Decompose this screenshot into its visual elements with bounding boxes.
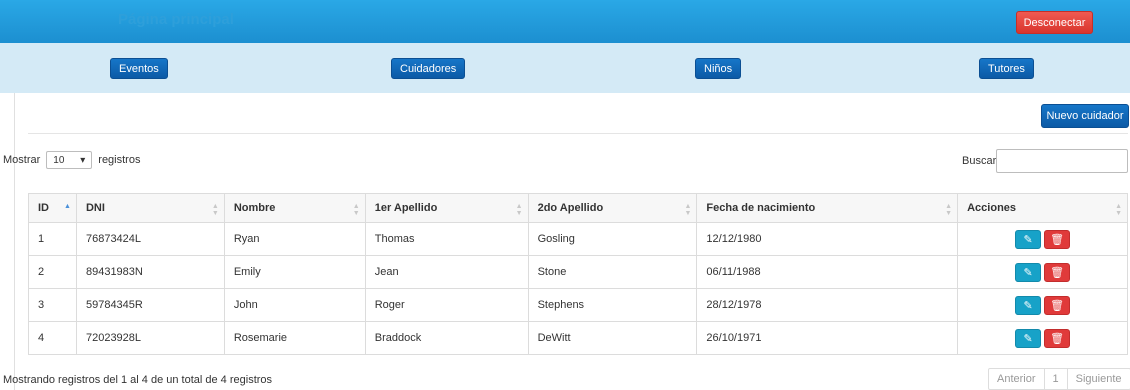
cell-id: 4 xyxy=(28,321,77,355)
cell-dni: 89431983N xyxy=(75,255,225,289)
previous-page-button[interactable]: Anterior xyxy=(989,369,1045,389)
delete-button[interactable]: 🗑 xyxy=(1044,295,1071,315)
column-header-nombre[interactable]: Nombre ▲ ▼ xyxy=(223,193,366,223)
pencil-icon: ✎ xyxy=(1023,332,1033,345)
table-row: 2 89431983N Emily Jean Stone 06/11/1988 … xyxy=(28,255,1128,289)
pencil-icon: ✎ xyxy=(1023,299,1033,312)
search-label: Buscar: xyxy=(962,155,1000,167)
cell-fecha: 28/12/1978 xyxy=(696,288,959,322)
column-header-fecha[interactable]: Fecha de nacimiento ▲ ▼ xyxy=(696,193,959,223)
sort-icon: ▲ ▼ xyxy=(352,203,360,217)
delete-button[interactable]: 🗑 xyxy=(1044,328,1071,348)
nav-bar: Eventos Cuidadores Niños Tutores xyxy=(0,43,1130,93)
cell-id: 2 xyxy=(28,255,77,289)
cell-primer-apellido: Jean xyxy=(364,255,529,289)
cell-nombre: Emily xyxy=(223,255,366,289)
cell-id: 1 xyxy=(28,222,77,256)
nav-eventos-button[interactable]: Eventos xyxy=(110,58,168,79)
records-label: registros xyxy=(98,154,141,166)
page-size-value: 10 xyxy=(53,154,65,166)
pagination: Anterior 1 Siguiente xyxy=(988,368,1130,390)
sort-icon: ▲ ▼ xyxy=(945,203,953,217)
cell-fecha: 26/10/1971 xyxy=(696,321,959,355)
nav-tutores-button[interactable]: Tutores xyxy=(979,58,1034,79)
cell-dni: 72023928L xyxy=(75,321,225,355)
column-header-id[interactable]: ID ▲ xyxy=(28,193,77,223)
cell-nombre: Rosemarie xyxy=(223,321,366,355)
trash-icon: 🗑 xyxy=(1050,266,1065,279)
sort-asc-icon: ▲ xyxy=(64,203,71,210)
page-1-button[interactable]: 1 xyxy=(1045,369,1068,389)
cell-primer-apellido: Roger xyxy=(364,288,529,322)
edit-button[interactable]: ✎ xyxy=(1015,328,1042,348)
pencil-icon: ✎ xyxy=(1023,266,1033,279)
delete-button[interactable]: 🗑 xyxy=(1044,229,1071,249)
sort-icon: ▲ ▼ xyxy=(684,203,692,217)
cell-id: 3 xyxy=(28,288,77,322)
table-row: 1 76873424L Ryan Thomas Gosling 12/12/19… xyxy=(28,222,1128,256)
sort-icon: ▲ ▼ xyxy=(1115,203,1122,217)
next-page-button[interactable]: Siguiente xyxy=(1068,369,1130,389)
page-size-select[interactable]: 10 ▾ xyxy=(46,151,93,169)
edit-button[interactable]: ✎ xyxy=(1015,229,1042,249)
edit-button[interactable]: ✎ xyxy=(1015,262,1042,282)
cell-nombre: Ryan xyxy=(223,222,366,256)
top-bar: Página principal Desconectar xyxy=(0,0,1130,43)
table-row: 3 59784345R John Roger Stephens 28/12/19… xyxy=(28,288,1128,322)
cell-acciones: ✎ 🗑 xyxy=(957,321,1128,355)
cell-dni: 59784345R xyxy=(75,288,225,322)
nav-cuidadores-button[interactable]: Cuidadores xyxy=(391,58,466,79)
edit-button[interactable]: ✎ xyxy=(1015,295,1042,315)
cell-acciones: ✎ 🗑 xyxy=(957,222,1128,256)
cell-nombre: John xyxy=(223,288,366,322)
trash-icon: 🗑 xyxy=(1050,299,1065,312)
sort-icon: ▲ ▼ xyxy=(211,203,219,217)
chevron-down-icon: ▾ xyxy=(80,154,86,166)
cell-acciones: ✎ 🗑 xyxy=(957,255,1128,289)
cell-fecha: 06/11/1988 xyxy=(696,255,959,289)
page-size-control: Mostrar 10 ▾ registros xyxy=(3,151,140,169)
cell-segundo-apellido: Stone xyxy=(527,255,698,289)
column-header-dni[interactable]: DNI ▲ ▼ xyxy=(75,193,225,223)
cell-segundo-apellido: DeWitt xyxy=(527,321,698,355)
sort-icon: ▲ ▼ xyxy=(515,203,523,217)
search-input[interactable] xyxy=(996,149,1128,173)
pencil-icon: ✎ xyxy=(1023,233,1033,246)
nav-ninos-button[interactable]: Niños xyxy=(695,58,742,79)
new-caregiver-button[interactable]: Nuevo cuidador xyxy=(1041,104,1129,128)
cell-primer-apellido: Thomas xyxy=(364,222,529,256)
cell-fecha: 12/12/1980 xyxy=(696,222,959,256)
cell-dni: 76873424L xyxy=(75,222,225,256)
cell-acciones: ✎ 🗑 xyxy=(957,288,1128,322)
cell-primer-apellido: Braddock xyxy=(364,321,529,355)
divider xyxy=(28,133,1128,134)
table-header-row: ID ▲ DNI ▲ ▼ Nombre ▲ ▼ 1er Apellido ▲ ▼ 2do Ap… xyxy=(28,193,1128,223)
column-header-segundo-apellido[interactable]: 2do Apellido ▲ ▼ xyxy=(527,193,698,223)
table-info: Mostrando registros del 1 al 4 de un tot… xyxy=(3,374,273,386)
cell-segundo-apellido: Stephens xyxy=(527,288,698,322)
delete-button[interactable]: 🗑 xyxy=(1044,262,1071,282)
show-label: Mostrar xyxy=(3,154,41,166)
logout-button[interactable]: Desconectar xyxy=(1016,11,1093,34)
column-header-acciones[interactable]: Acciones ▲ ▼ xyxy=(957,193,1128,223)
trash-icon: 🗑 xyxy=(1050,233,1065,246)
trash-icon: 🗑 xyxy=(1050,332,1065,345)
table-row: 4 72023928L Rosemarie Braddock DeWitt 26… xyxy=(28,321,1128,355)
caregivers-table: ID ▲ DNI ▲ ▼ Nombre ▲ ▼ 1er Apellido ▲ ▼ 2do Ap… xyxy=(28,193,1128,355)
column-header-primer-apellido[interactable]: 1er Apellido ▲ ▼ xyxy=(364,193,529,223)
cell-segundo-apellido: Gosling xyxy=(527,222,698,256)
page-title: Página principal xyxy=(118,11,234,28)
